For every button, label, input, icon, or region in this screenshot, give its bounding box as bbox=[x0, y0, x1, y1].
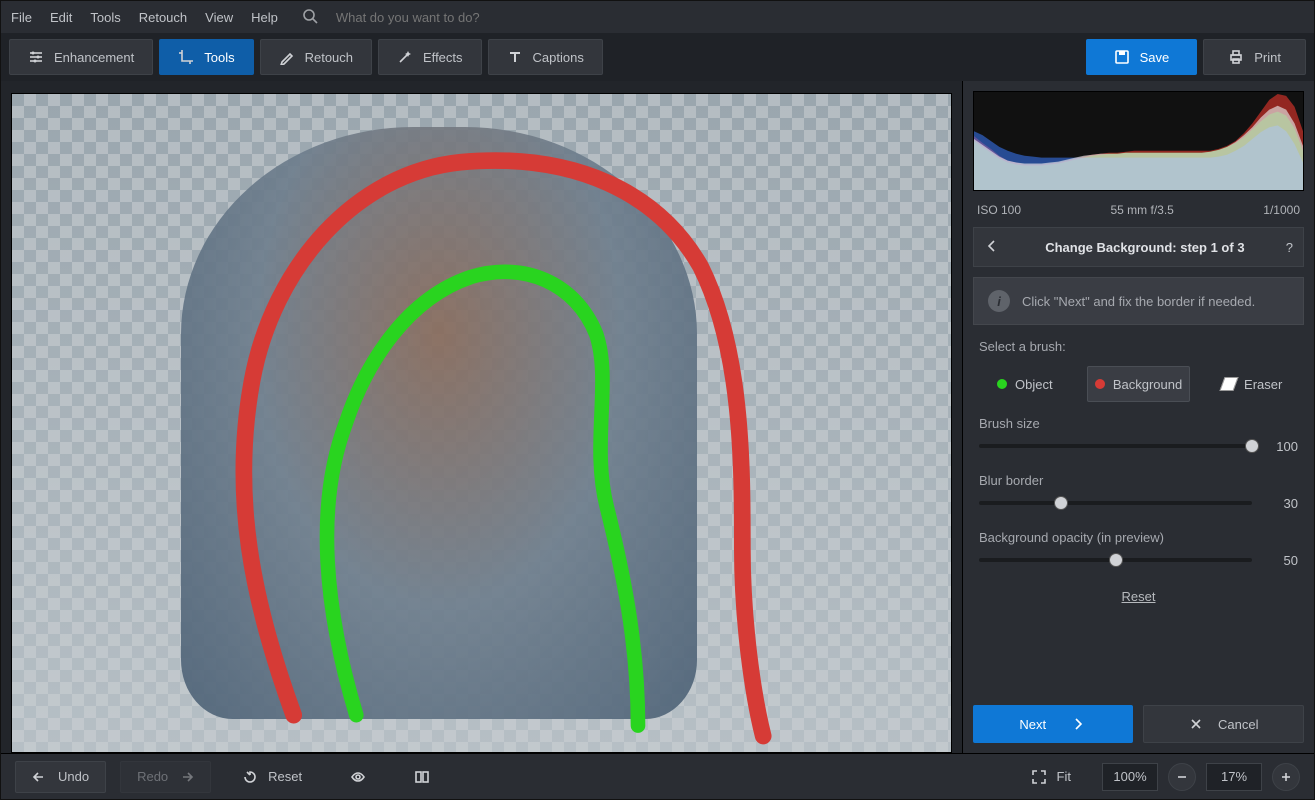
zoom-display: 100% bbox=[1102, 763, 1158, 791]
next-button[interactable]: Next bbox=[973, 705, 1133, 743]
menu-view[interactable]: View bbox=[205, 10, 233, 25]
tab-enhancement-label: Enhancement bbox=[54, 50, 134, 65]
panel-title: Change Background: step 1 of 3 bbox=[1014, 240, 1276, 255]
brush-eraser-label: Eraser bbox=[1244, 377, 1282, 392]
search-input[interactable] bbox=[336, 10, 656, 25]
panel-info: i Click "Next" and fix the border if nee… bbox=[973, 277, 1304, 325]
slider-brush-size-thumb[interactable] bbox=[1245, 439, 1259, 453]
bottom-bar: Undo Redo Reset Fit 100% 17% bbox=[1, 753, 1314, 799]
print-label: Print bbox=[1254, 50, 1281, 65]
menu-file[interactable]: File bbox=[11, 10, 32, 25]
slider-blur-border[interactable] bbox=[979, 501, 1252, 505]
image-canvas[interactable] bbox=[11, 93, 952, 753]
menu-edit[interactable]: Edit bbox=[50, 10, 72, 25]
cancel-label: Cancel bbox=[1218, 717, 1258, 732]
next-label: Next bbox=[1019, 717, 1046, 732]
reset-button[interactable]: Reset bbox=[225, 761, 319, 793]
menu-help[interactable]: Help bbox=[251, 10, 278, 25]
zoom-out-button[interactable] bbox=[1168, 763, 1196, 791]
redo-label: Redo bbox=[137, 769, 168, 784]
slider-bg-opacity-thumb[interactable] bbox=[1109, 553, 1123, 567]
tab-captions[interactable]: Captions bbox=[488, 39, 603, 75]
brush-background-button[interactable]: Background bbox=[1087, 366, 1191, 402]
panel-back-icon[interactable] bbox=[984, 238, 1004, 257]
save-button[interactable]: Save bbox=[1086, 39, 1198, 75]
slider-blur-border-value: 30 bbox=[1262, 496, 1298, 511]
slider-bg-opacity-label: Background opacity (in preview) bbox=[979, 530, 1298, 545]
brush-eraser-button[interactable]: Eraser bbox=[1200, 366, 1304, 402]
tab-retouch-label: Retouch bbox=[305, 50, 353, 65]
reset-label: Reset bbox=[268, 769, 302, 784]
tab-enhancement[interactable]: Enhancement bbox=[9, 39, 153, 75]
brush-background-icon bbox=[1095, 379, 1105, 389]
tab-tools[interactable]: Tools bbox=[159, 39, 253, 75]
slider-blur-border-thumb[interactable] bbox=[1054, 496, 1068, 510]
brush-object-button[interactable]: Object bbox=[973, 366, 1077, 402]
slider-bg-opacity-value: 50 bbox=[1262, 553, 1298, 568]
info-icon: i bbox=[988, 290, 1010, 312]
save-label: Save bbox=[1140, 50, 1170, 65]
tab-tools-label: Tools bbox=[204, 50, 234, 65]
panel-help-icon[interactable]: ? bbox=[1286, 240, 1293, 255]
fit-button[interactable]: Fit bbox=[1014, 761, 1088, 793]
panel-reset-link[interactable]: Reset bbox=[973, 589, 1304, 604]
hist-lens: 55 mm f/3.5 bbox=[1110, 203, 1173, 217]
slider-brush-size-value: 100 bbox=[1262, 439, 1298, 454]
compare-button[interactable] bbox=[397, 761, 447, 793]
right-sidebar: ISO 100 55 mm f/3.5 1/1000 Change Backgr… bbox=[962, 81, 1314, 753]
slider-brush-size[interactable] bbox=[979, 444, 1252, 448]
fit-label: Fit bbox=[1057, 769, 1071, 784]
redo-button: Redo bbox=[120, 761, 211, 793]
slider-blur-border-label: Blur border bbox=[979, 473, 1298, 488]
undo-label: Undo bbox=[58, 769, 89, 784]
object-stroke bbox=[327, 272, 638, 726]
cancel-button[interactable]: Cancel bbox=[1143, 705, 1305, 743]
brush-object-label: Object bbox=[1015, 377, 1053, 392]
histogram bbox=[973, 91, 1304, 191]
brush-section-label: Select a brush: bbox=[973, 335, 1304, 356]
brush-background-label: Background bbox=[1113, 377, 1182, 392]
hist-iso: ISO 100 bbox=[977, 203, 1021, 217]
hist-shutter: 1/1000 bbox=[1263, 203, 1300, 217]
tab-effects-label: Effects bbox=[423, 50, 463, 65]
zoom-in-button[interactable] bbox=[1272, 763, 1300, 791]
undo-button[interactable]: Undo bbox=[15, 761, 106, 793]
preview-eye-button[interactable] bbox=[333, 761, 383, 793]
panel-info-text: Click "Next" and fix the border if neede… bbox=[1022, 294, 1255, 309]
slider-bg-opacity[interactable] bbox=[979, 558, 1252, 562]
slider-brush-size-label: Brush size bbox=[979, 416, 1298, 431]
zoom-level[interactable]: 17% bbox=[1206, 763, 1262, 791]
menu-retouch[interactable]: Retouch bbox=[139, 10, 187, 25]
tab-effects[interactable]: Effects bbox=[378, 39, 482, 75]
tab-retouch[interactable]: Retouch bbox=[260, 39, 372, 75]
search-icon bbox=[302, 8, 318, 27]
eraser-icon bbox=[1219, 377, 1238, 391]
tool-tabs: Enhancement Tools Retouch Effects Captio… bbox=[1, 33, 1314, 81]
print-button[interactable]: Print bbox=[1203, 39, 1306, 75]
menu-tools[interactable]: Tools bbox=[90, 10, 120, 25]
brush-object-icon bbox=[997, 379, 1007, 389]
tab-captions-label: Captions bbox=[533, 50, 584, 65]
menu-bar: File Edit Tools Retouch View Help bbox=[1, 1, 1314, 33]
